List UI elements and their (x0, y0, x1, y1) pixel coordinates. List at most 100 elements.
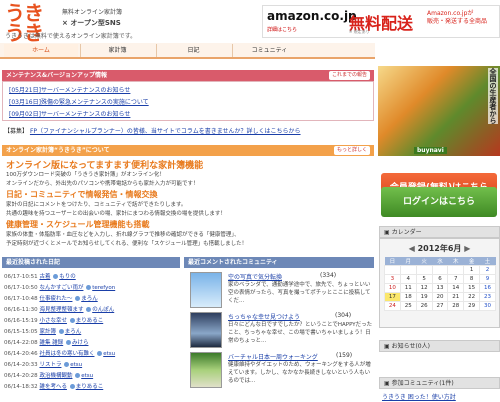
calendar-weekday: 月 (400, 257, 417, 266)
calendar-day[interactable]: 17 (384, 292, 401, 302)
community-thumbnail[interactable] (190, 272, 222, 308)
feature-text: 100万ダウンロード突破の「うきうき家計簿」がオンライン化！ (6, 172, 165, 178)
calendar-day[interactable]: 3 (384, 274, 401, 284)
notice-link[interactable]: FP（ファイナンシャルプランナー）の皆様、当サイトでコラムを書きませんか？詳しく… (30, 128, 301, 135)
tab-kakeibo[interactable]: 家計簿 (80, 44, 154, 57)
calendar-day[interactable]: 16 (479, 283, 496, 293)
community-link[interactable]: 空の写真で気分転換 (228, 272, 282, 281)
calendar-day[interactable]: 14 (447, 283, 465, 293)
calendar-day[interactable]: 6 (431, 274, 449, 284)
maintenance-item[interactable]: [03月16日]殊傷の緊急メンテナンスの実施について (9, 97, 149, 106)
community-link[interactable]: ちっちゃな幸せ見つけよう (228, 312, 300, 321)
community-thumbnail[interactable] (190, 352, 222, 388)
joined-community-link[interactable]: うきうき 困った！使い方討 (382, 392, 456, 401)
diary-title-link[interactable]: 雑を考へる (39, 384, 67, 390)
diary-title-link[interactable]: 政治機構観動 (39, 373, 72, 379)
diary-user-link[interactable]: まろん (65, 329, 82, 335)
diary-user-link[interactable]: etsu (103, 351, 115, 357)
calendar-day[interactable]: 19 (415, 292, 433, 302)
tab-home[interactable]: ホーム (4, 44, 78, 57)
logo[interactable]: うきうき (5, 3, 57, 43)
user-icon (69, 318, 75, 323)
calendar-day[interactable]: 15 (463, 283, 481, 293)
calendar-day[interactable]: 27 (431, 301, 449, 311)
calendar-day[interactable]: 8 (463, 274, 481, 284)
diary-date: 06/14-22:08 (4, 340, 38, 346)
calendar-day[interactable]: 12 (415, 283, 433, 293)
prev-month-arrow[interactable]: ◀ (409, 244, 415, 253)
diary-title-link[interactable]: 雑集 雑録 (39, 340, 63, 346)
calendar-weekday: 日 (384, 257, 401, 266)
diary-title-link[interactable]: 古着 (39, 274, 50, 280)
calendar-weekday: 土 (479, 257, 496, 266)
calendar-day[interactable]: 5 (415, 274, 433, 284)
calendar-day[interactable]: 25 (399, 301, 417, 311)
calendar-day[interactable]: 30 (479, 301, 496, 311)
notice-tag: 【募集】 (4, 128, 29, 135)
ad-detail-link[interactable]: 詳細はこちら (267, 26, 297, 33)
calendar-day[interactable]: 13 (431, 283, 449, 293)
amazon-ad-banner[interactable]: amazon.co.jp 詳細はこちら 無料配送 ※ 規定あり Amazon.c… (262, 5, 500, 38)
calendar-day[interactable]: 7 (447, 274, 465, 284)
diary-user-link[interactable]: のんぽん (92, 307, 114, 313)
calendar-day[interactable]: 24 (384, 301, 401, 311)
calendar-day[interactable]: 2 (479, 265, 496, 275)
calendar-day[interactable]: 1 (463, 265, 481, 275)
diary-user-link[interactable]: terefyon (92, 285, 115, 291)
diary-user-link[interactable]: もりの (59, 274, 76, 280)
calendar-day[interactable]: 4 (399, 274, 417, 284)
calendar-label: カレンダー (391, 229, 422, 236)
user-icon (75, 296, 81, 301)
community-link[interactable]: バーチャル日本一周ウォーキング (228, 352, 318, 361)
calendar-grid: 日月火水木金土 1 2 3 4 5 6 7 8 9 10 11 12 13 14 15 16 17 18 19 20 2… (384, 257, 496, 311)
diary-user-link[interactable]: etsu (81, 373, 93, 379)
feature-text: オンラインだから、外出先のパソコンや携帯電話からも家計入力が可能です！ (6, 181, 199, 187)
tab-community[interactable]: コミュニティ (232, 44, 306, 57)
produce-banner[interactable]: 全国の生産者から buynavi (378, 66, 500, 156)
diary-title-link[interactable]: 家計簿 (39, 329, 56, 335)
diary-user-link[interactable]: まろん (81, 296, 98, 302)
calendar-day[interactable]: 21 (447, 292, 465, 302)
calendar-day[interactable]: 28 (447, 301, 465, 311)
diary-title-link[interactable]: 仕事疲れた～ (39, 296, 72, 302)
calendar-day[interactable]: 22 (463, 292, 481, 302)
community-thumbnail[interactable] (190, 312, 222, 348)
user-icon (64, 362, 70, 367)
calendar-day[interactable]: 20 (431, 292, 449, 302)
calendar-day[interactable]: 18 (399, 292, 417, 302)
tagline: 無料オンライン家計簿 (62, 9, 123, 16)
calendar-day[interactable]: 23 (479, 292, 496, 302)
calendar-day[interactable]: 10 (384, 283, 401, 293)
tab-diary[interactable]: 日記 (156, 44, 230, 57)
diary-row: 06/14-22:08 雑集 雑録 みけら (4, 338, 88, 346)
calendar-title: ◀ 2012年6月 ▶ (380, 243, 499, 254)
calendar-weekday: 水 (432, 257, 448, 266)
diary-title-link[interactable]: なんかすごい雨が (39, 285, 83, 291)
next-month-arrow[interactable]: ▶ (464, 244, 470, 253)
diary-user-link[interactable]: まりあるこ (76, 384, 104, 390)
diary-title-link[interactable]: 小さな幸せ (39, 318, 67, 324)
produce-banner-title: 全国の生産者から (488, 68, 498, 124)
calendar-day[interactable]: 26 (415, 301, 433, 311)
diary-title-link[interactable]: 海見整理整頓ます (39, 307, 83, 313)
community-title: 空の写真で気分転換 (228, 274, 283, 281)
diary-title-link[interactable]: リストラ (39, 362, 61, 368)
calendar-day[interactable]: 11 (399, 283, 417, 293)
maintenance-header: メンテナンス&バージョンアップ情報 これまでの報告 (2, 70, 374, 81)
diary-title-link[interactable]: 社員は冬の寒い有難く (39, 351, 94, 357)
comment-count: (159) (336, 352, 353, 359)
diary-user-link[interactable]: まりあるこ (76, 318, 104, 324)
maintenance-item[interactable]: [05月21日]サーバーメンテナンスのお知らせ (9, 85, 130, 94)
community-title: バーチャル日本一周ウォーキング (228, 354, 318, 361)
maintenance-item[interactable]: [09月02日]サーバーメンテナンスのお知らせ (9, 109, 130, 118)
user-icon (86, 307, 92, 312)
produce-banner-brand: buynavi (414, 147, 447, 154)
diary-user-link[interactable]: etsu (70, 362, 82, 368)
diary-user-link[interactable]: みけら (72, 340, 89, 346)
calendar-day[interactable]: 29 (463, 301, 481, 311)
calendar-day[interactable]: 9 (479, 274, 496, 284)
maintenance-more-link[interactable]: これまでの報告 (328, 71, 370, 80)
login-button[interactable]: ログインはこちら (381, 187, 497, 217)
about-more-link[interactable]: もっと詳しく (333, 146, 370, 155)
ad-right-text: Amazon.co.jpが 販売・発送する全商品 (427, 10, 487, 26)
